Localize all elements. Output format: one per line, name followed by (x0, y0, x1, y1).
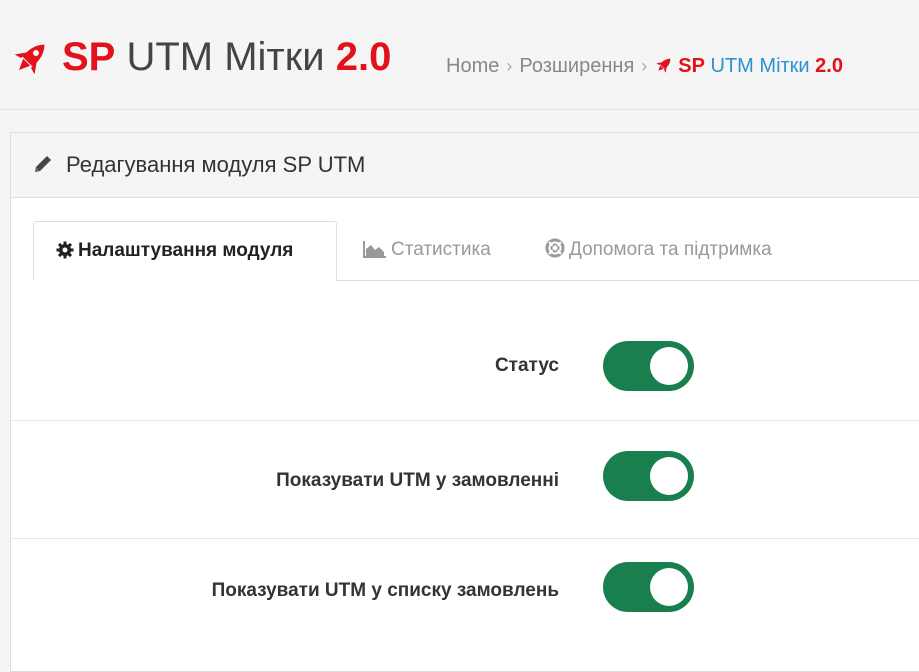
tab-module-settings[interactable]: Налаштування модуля (33, 221, 337, 281)
show-utm-order-toggle[interactable] (603, 451, 694, 501)
setting-label-show-utm-order: Показувати UTM у замовленні (276, 470, 559, 491)
life-ring-icon (545, 238, 565, 258)
setting-row-show-utm-order-list: Показувати UTM у списку замовлень (11, 539, 919, 649)
status-toggle[interactable] (603, 341, 694, 391)
tab-module-settings-label: Налаштування модуля (78, 240, 294, 261)
panel-title: Редагування модуля SP UTM (66, 152, 366, 177)
rocket-icon (656, 58, 671, 73)
rocket-icon (14, 44, 45, 75)
breadcrumb-current[interactable]: SP UTM Мітки 2.0 (654, 55, 843, 77)
tab-help-support[interactable]: Допомога та підтримка (545, 221, 772, 280)
edit-module-panel: Редагування модуля SP UTM Налаштування м… (10, 132, 919, 672)
breadcrumb-separator-icon: › (506, 56, 513, 76)
setting-row-show-utm-order: Показувати UTM у замовленні (11, 429, 919, 539)
breadcrumb-separator-icon: › (641, 56, 648, 76)
tab-statistics-label: Статистика (391, 239, 491, 260)
breadcrumb-current-version: 2.0 (815, 55, 843, 77)
title-sp: SP (62, 35, 116, 79)
toggle-knob (650, 568, 688, 606)
panel-heading: Редагування модуля SP UTM (11, 133, 919, 198)
title-name: UTM Мітки (115, 35, 336, 79)
gear-icon (56, 241, 74, 259)
title-version: 2.0 (335, 35, 392, 79)
page-title: SP UTM Мітки 2.0 (62, 32, 391, 82)
setting-label-status: Статус (494, 355, 559, 376)
toggle-knob (650, 457, 688, 495)
pencil-icon (35, 156, 51, 172)
area-chart-icon (363, 241, 386, 258)
setting-label-show-utm-order-list: Показувати UTM у списку замовлень (211, 580, 559, 601)
setting-row-status: Статус (11, 311, 919, 421)
show-utm-order-list-toggle[interactable] (603, 562, 694, 612)
breadcrumb-home[interactable]: Home (446, 55, 499, 77)
page-header: SP UTM Мітки 2.0 Home › Розширення › SP UTM … (0, 0, 919, 110)
tab-help-support-label: Допомога та підтримка (569, 239, 772, 260)
toggle-knob (650, 347, 688, 385)
breadcrumb-current-name: UTM Мітки (704, 55, 816, 77)
breadcrumb-extensions[interactable]: Розширення (519, 55, 634, 77)
breadcrumb: Home › Розширення › SP UTM Мітки 2.0 (446, 53, 843, 79)
tab-bar: Налаштування модуля Статистика Допомога … (33, 221, 919, 281)
tab-statistics[interactable]: Статистика (363, 221, 491, 280)
breadcrumb-current-sp: SP (678, 55, 705, 77)
